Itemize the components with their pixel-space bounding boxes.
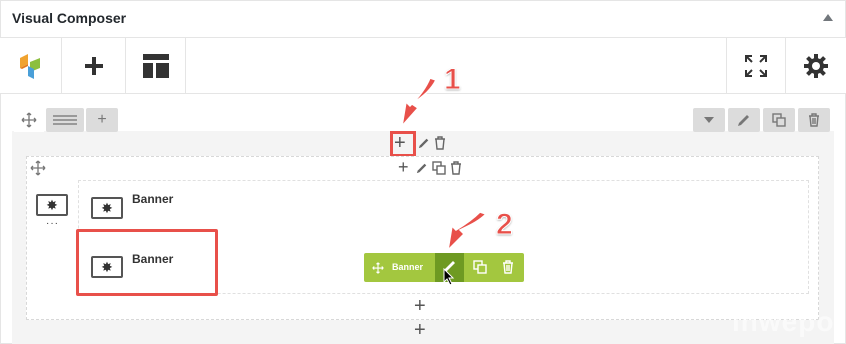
panel-title: Visual Composer [12, 10, 127, 26]
banner-1-label[interactable]: Banner [132, 192, 173, 206]
vc-logo-icon [19, 54, 40, 79]
inner-clone-icon[interactable] [432, 161, 446, 175]
step-2-label: 2 [496, 208, 514, 242]
add-element-button[interactable] [62, 38, 126, 94]
element-trash-icon[interactable] [502, 260, 514, 274]
chevron-down-icon [704, 117, 714, 123]
row-add-bottom-plus-icon[interactable]: + [414, 319, 426, 342]
inner-trash-icon[interactable] [450, 161, 462, 175]
vc-logo-button[interactable] [0, 38, 62, 94]
watermark: inwepo [732, 306, 835, 337]
inner-edit-pencil-icon[interactable] [416, 162, 428, 174]
fullscreen-button[interactable] [726, 38, 786, 94]
edit-pencil-icon [738, 115, 749, 126]
trash-icon [809, 113, 819, 127]
banner-element-icon[interactable]: ✸ [36, 194, 68, 216]
more-dots-icon: ··· [46, 218, 59, 229]
templates-icon [142, 54, 169, 78]
settings-button[interactable] [786, 38, 846, 94]
element-clone-icon[interactable] [473, 260, 487, 274]
inner-move-icon[interactable] [30, 160, 46, 176]
fullscreen-icon [745, 55, 767, 77]
column-edit-pencil-icon[interactable] [418, 137, 430, 149]
banner-2-icon: ✸ [91, 256, 123, 278]
column-add-plus-icon[interactable]: + [394, 132, 406, 154]
settings-gear-icon [804, 54, 828, 78]
step-1-label: 1 [444, 63, 462, 97]
row-edit-button[interactable] [728, 108, 760, 132]
row-toggle-button[interactable] [693, 108, 725, 132]
red-arrow-icon-2 [446, 212, 488, 252]
move-icon [21, 112, 37, 128]
panel-header [0, 0, 846, 38]
layout-icon [53, 115, 77, 125]
row-add-column-button[interactable]: + [86, 108, 118, 132]
column-add-bottom-plus-icon[interactable]: + [414, 295, 426, 318]
burst-icon: ✸ [46, 197, 58, 213]
mouse-cursor-icon [443, 268, 455, 286]
collapse-toggle-icon[interactable] [823, 14, 833, 21]
row-layout-button[interactable] [46, 108, 84, 132]
column-trash-icon[interactable] [434, 136, 446, 150]
inner-add-plus-icon[interactable]: + [398, 157, 409, 177]
banner-2-label[interactable]: Banner [132, 252, 173, 266]
add-element-icon [84, 57, 103, 75]
row-delete-button[interactable] [798, 108, 830, 132]
plus-icon: + [97, 111, 107, 128]
row-move-handle[interactable] [14, 108, 44, 132]
element-controls-label: Banner [392, 262, 424, 272]
row-clone-button[interactable] [763, 108, 795, 132]
clone-icon [772, 113, 786, 127]
templates-button[interactable] [126, 38, 186, 94]
element-move-icon[interactable] [372, 262, 384, 274]
red-arrow-icon [400, 78, 438, 129]
banner-1-icon: ✸ [91, 197, 123, 219]
